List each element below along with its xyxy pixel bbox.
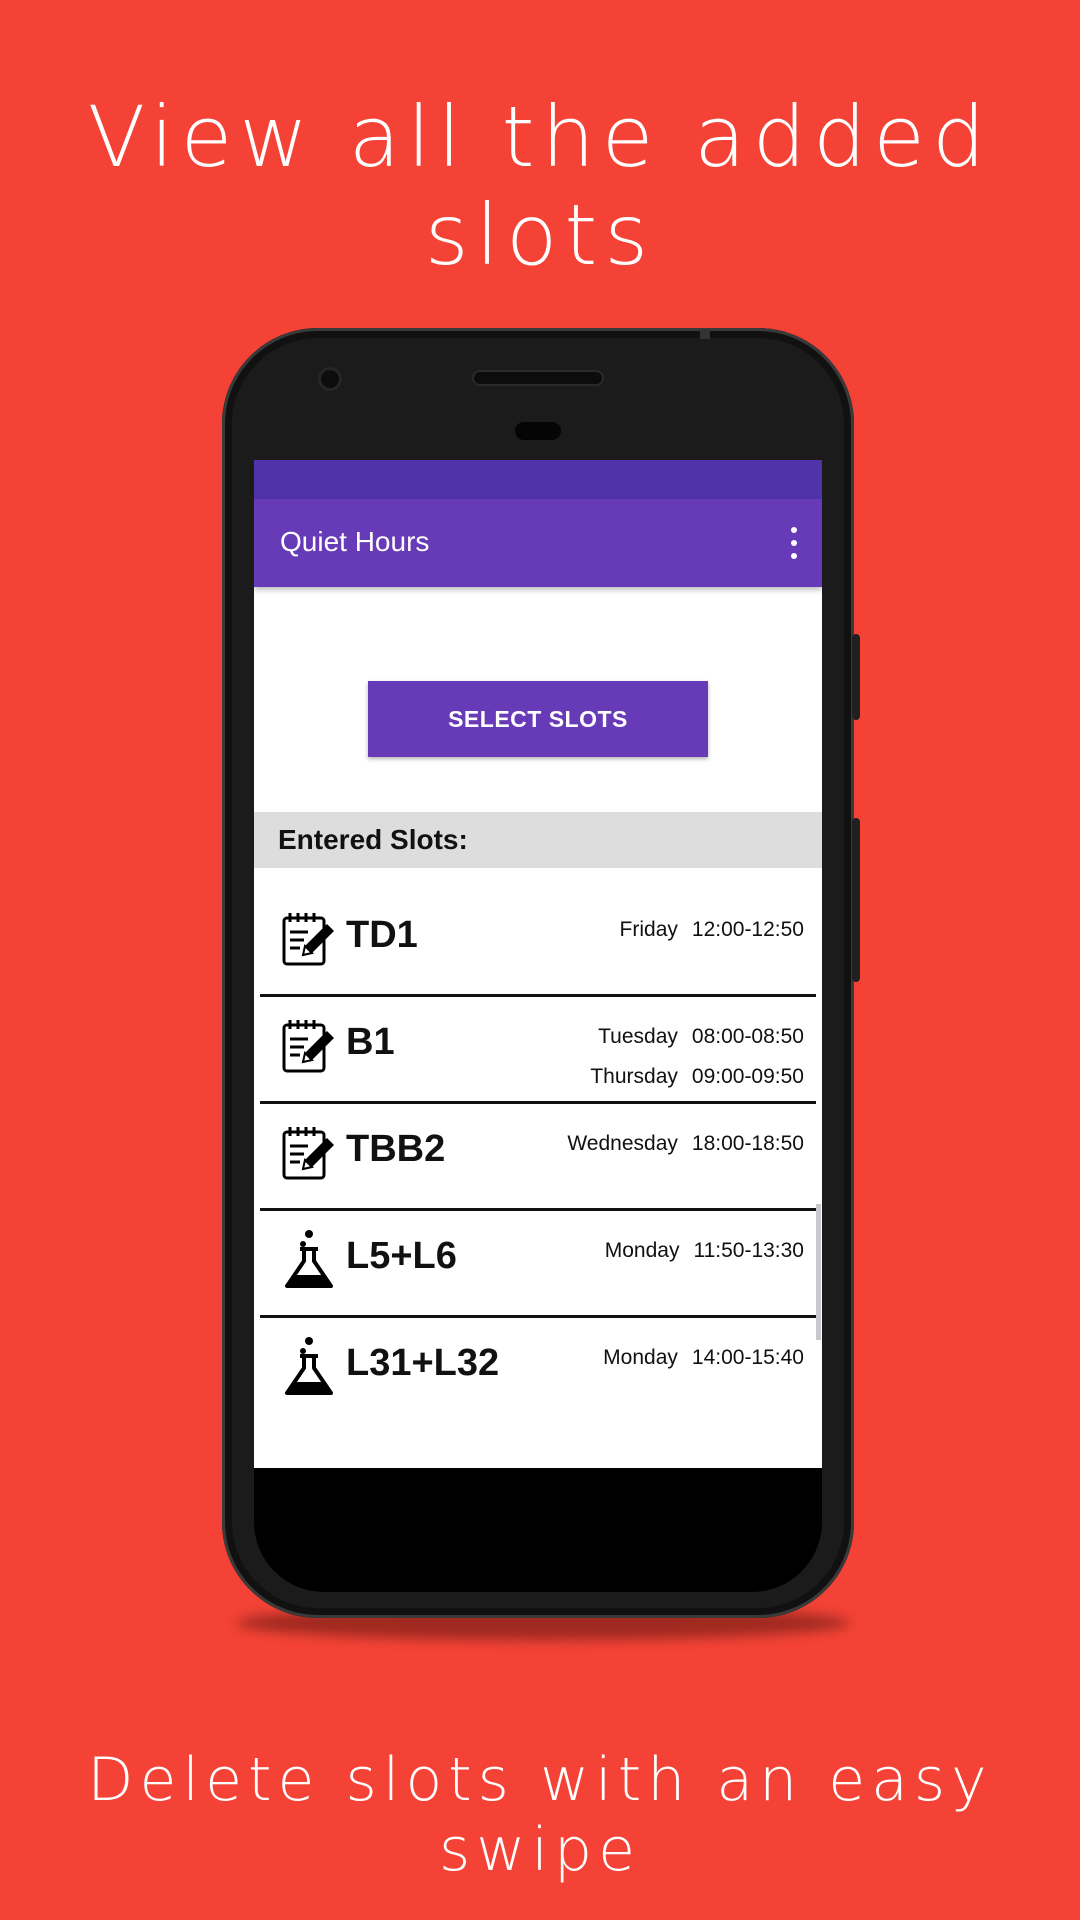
entered-slots-header: Entered Slots:	[254, 812, 822, 868]
slot-row[interactable]: TBB2 Wednesday 18:00-18:50	[260, 1104, 816, 1211]
slot-day: Tuesday	[598, 1025, 678, 1048]
slot-day: Thursday	[590, 1065, 678, 1088]
app-screen: Quiet Hours SELECT SLOTS Entered Slots: …	[254, 460, 822, 1468]
slot-day: Monday	[604, 1239, 680, 1262]
slot-time-range: 09:00-09:50	[691, 1065, 804, 1088]
slot-row[interactable]: B1 Tuesday 08:00-08:50 Thursday 09:00-09:5…	[260, 997, 816, 1104]
list-scrollbar[interactable]	[816, 1204, 821, 1340]
slot-day: Monday	[603, 1346, 678, 1369]
slot-times: Tuesday 08:00-08:50 Thursday 09:00-09:50	[590, 1017, 804, 1097]
slot-time-line: Tuesday 08:00-08:50	[590, 1017, 804, 1057]
proximity-sensor	[515, 422, 561, 440]
app-title: Quiet Hours	[280, 526, 430, 557]
slot-time-line: Wednesday 18:00-18:50	[567, 1124, 804, 1164]
slot-row[interactable]: L5+L6 Monday 11:50-13:30	[260, 1211, 816, 1318]
slot-times: Monday 14:00-15:40	[603, 1338, 804, 1378]
lab-flask-icon	[285, 1230, 333, 1288]
status-bar	[254, 460, 822, 499]
slot-row[interactable]: TD1 Friday 12:00-12:50	[260, 890, 816, 997]
slots-list: TD1 Friday 12:00-12:50 B1 Tuesday 08:00-08…	[254, 868, 822, 1422]
slot-time-line: Monday 14:00-15:40	[603, 1338, 804, 1378]
notepad-pencil-icon	[282, 913, 334, 966]
slot-time-line: Monday 11:50-13:30	[605, 1231, 804, 1271]
slot-times: Wednesday 18:00-18:50	[567, 1124, 804, 1164]
slot-time-range: 12:00-12:50	[691, 918, 804, 941]
slot-row[interactable]: L31+L32 Monday 14:00-15:40	[260, 1318, 816, 1422]
slot-time-line: Thursday 09:00-09:50	[590, 1057, 804, 1097]
more-vert-icon[interactable]	[790, 527, 798, 559]
slot-times: Friday 12:00-12:50	[620, 910, 804, 950]
notepad-pencil-icon	[282, 1127, 334, 1180]
slot-name: B1	[346, 1021, 395, 1063]
slot-name: L31+L32	[346, 1342, 500, 1384]
slot-day: Friday	[619, 918, 678, 941]
earpiece-speaker	[474, 372, 602, 384]
slot-time-range: 11:50-13:30	[693, 1239, 804, 1262]
select-slots-button[interactable]: SELECT SLOTS	[368, 681, 708, 757]
slot-time-range: 18:00-18:50	[691, 1132, 804, 1155]
promo-headline-bottom: Delete slots with an easy swipe	[87, 1745, 993, 1885]
slot-times: Monday 11:50-13:30	[605, 1231, 804, 1271]
app-toolbar: Quiet Hours	[254, 499, 822, 587]
slot-name: TD1	[346, 914, 418, 956]
phone-bottom-bezel	[254, 1468, 822, 1592]
slot-time-line: Friday 12:00-12:50	[620, 910, 804, 950]
notepad-pencil-icon	[282, 1020, 334, 1073]
antenna-line	[700, 329, 710, 339]
volume-button	[852, 818, 860, 982]
slot-name: TBB2	[346, 1128, 446, 1170]
section-header-label: Entered Slots:	[278, 824, 468, 855]
promo-headline-top: View all the added slots	[87, 88, 993, 284]
slot-name: L5+L6	[346, 1235, 457, 1277]
lab-flask-icon	[285, 1337, 333, 1395]
front-camera	[321, 370, 339, 388]
slot-time-range: 14:00-15:40	[691, 1346, 804, 1369]
power-button	[852, 634, 860, 720]
slot-day: Wednesday	[567, 1132, 678, 1155]
slot-time-range: 08:00-08:50	[691, 1025, 804, 1048]
